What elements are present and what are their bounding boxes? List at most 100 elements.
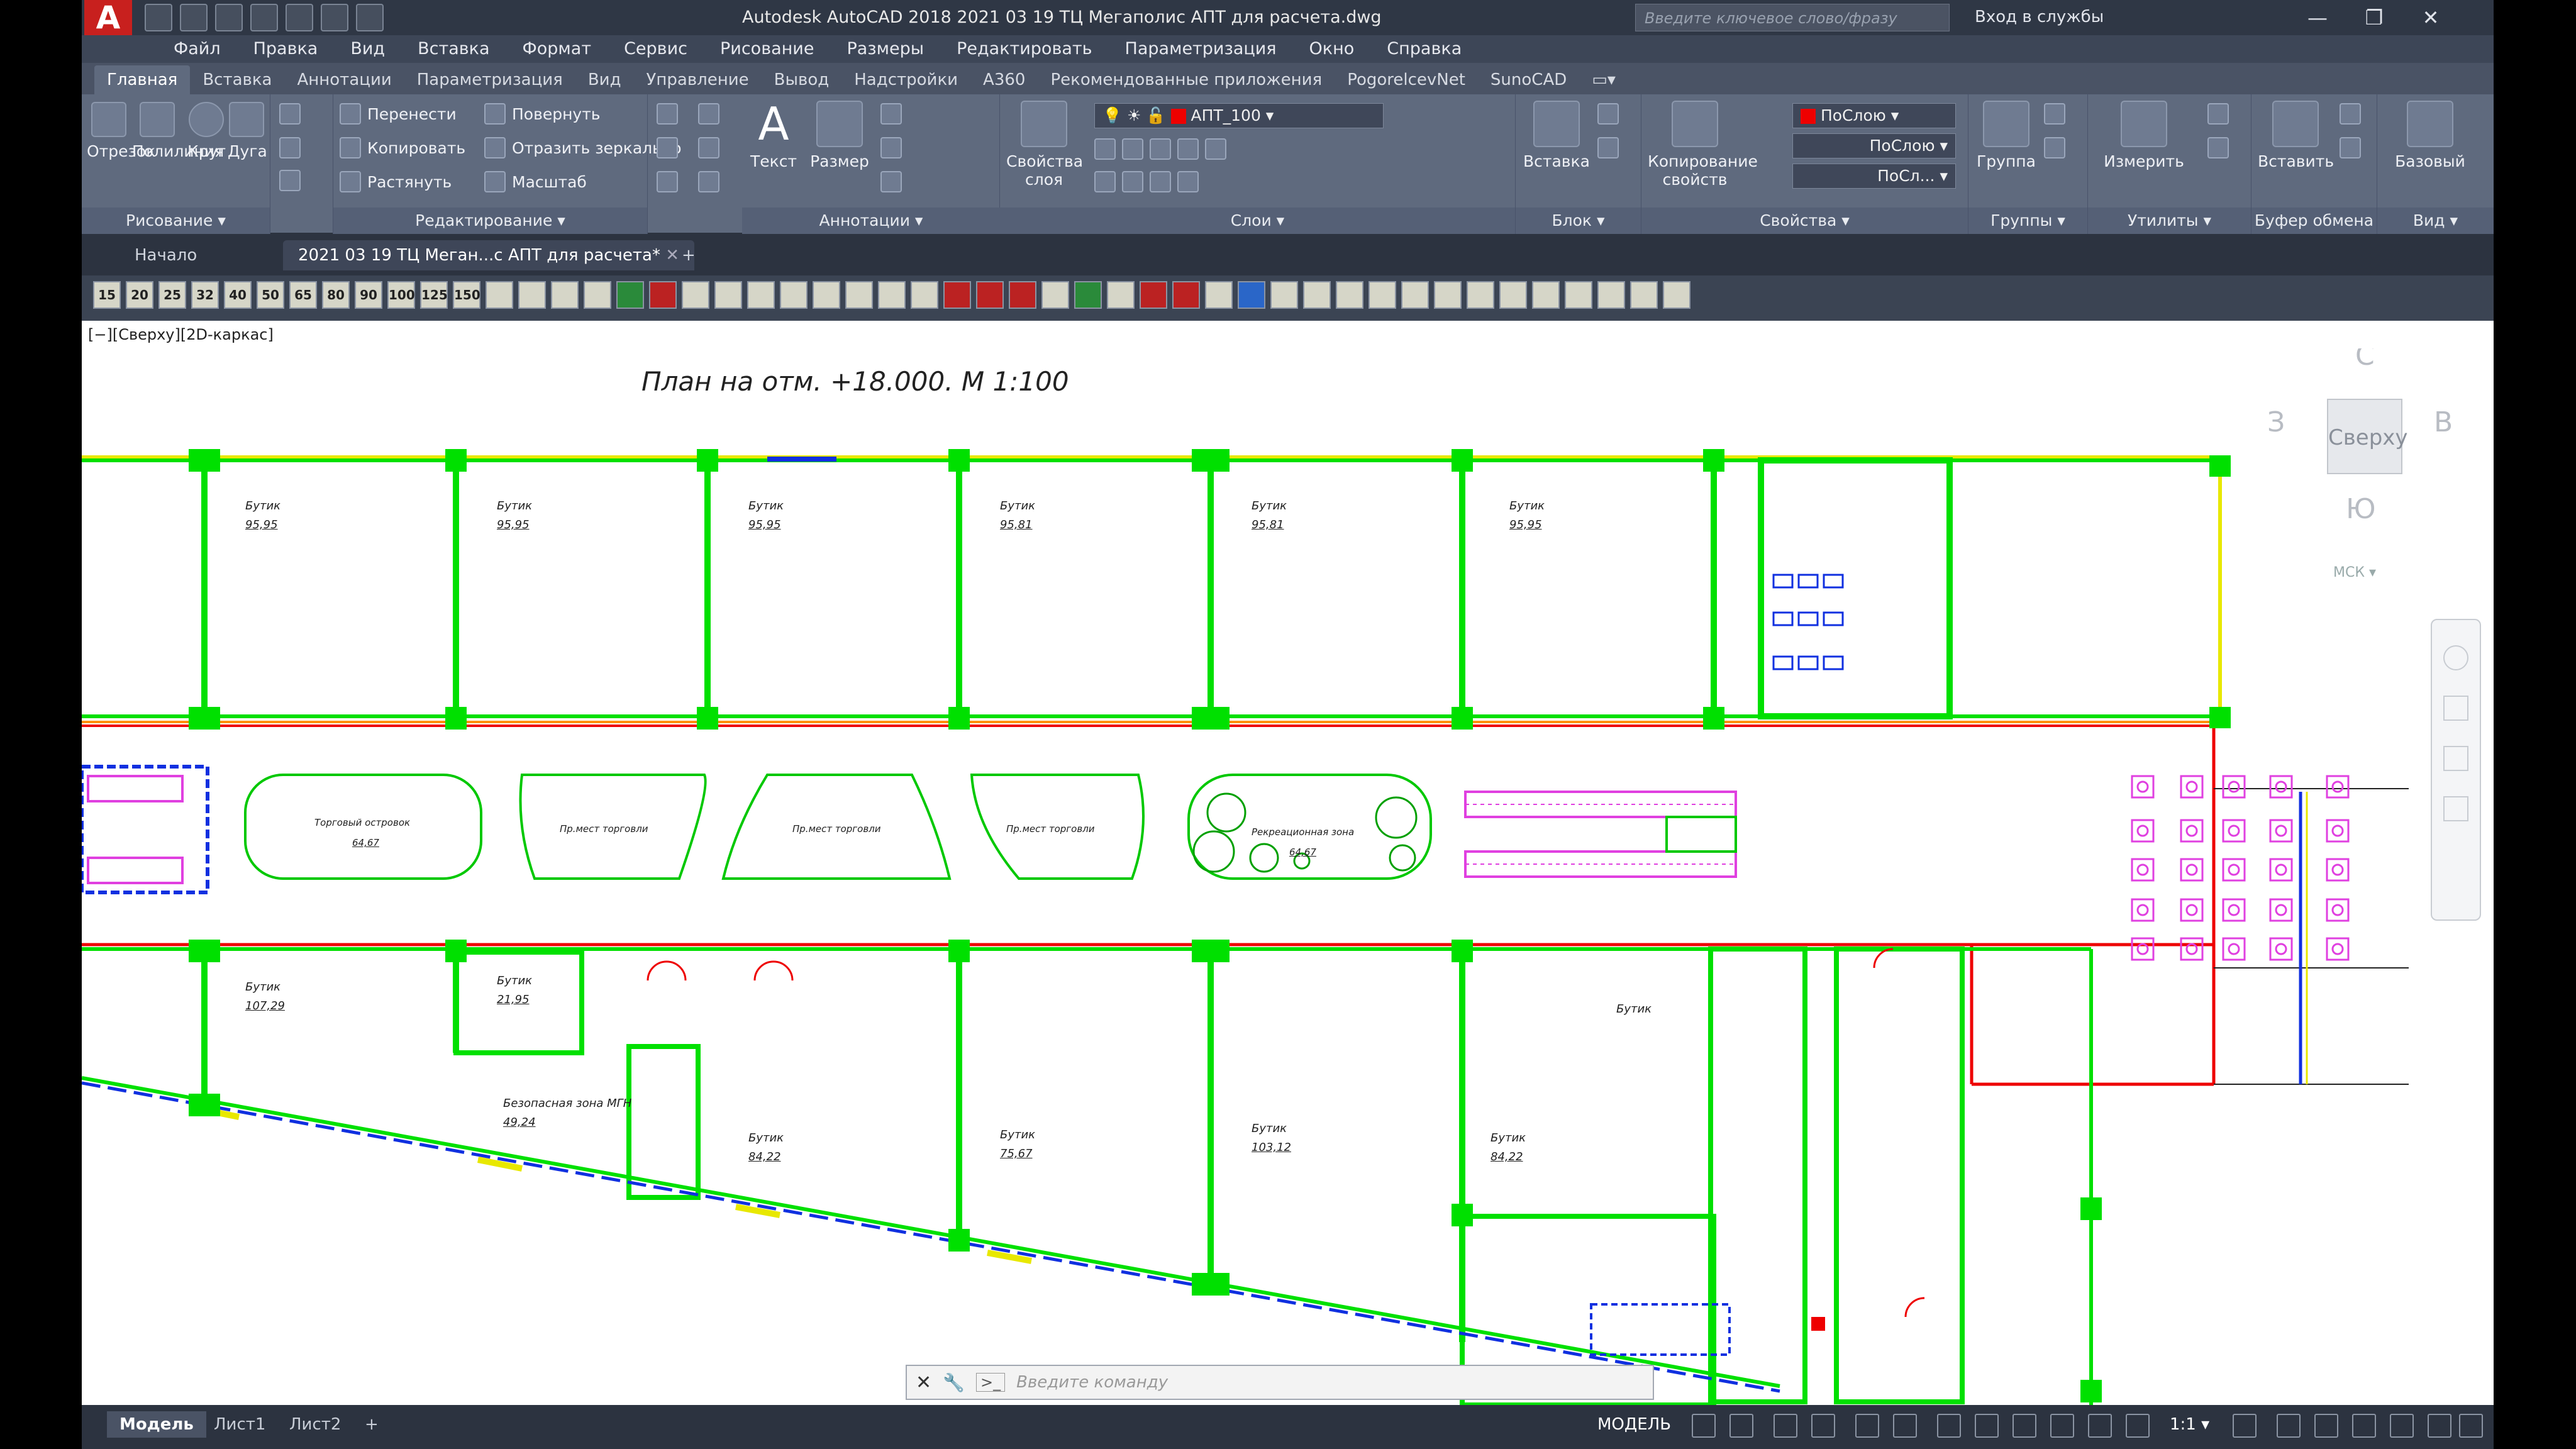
annotation-monitor-icon[interactable] (2277, 1414, 2301, 1438)
text-icon[interactable] (1532, 281, 1560, 309)
block-panel-title[interactable]: Блок ▾ (1516, 208, 1641, 234)
ribbon-tab[interactable]: A360 (970, 65, 1038, 94)
menu-item[interactable]: Сервис (608, 35, 704, 63)
info-icon[interactable] (1238, 281, 1265, 309)
clean-screen-icon[interactable] (2428, 1414, 2451, 1438)
insert-block-tool[interactable]: Вставка (1522, 101, 1591, 170)
viewcube-east[interactable]: В (2434, 406, 2453, 438)
scale-button[interactable]: 15 (93, 281, 121, 309)
modify-panel-title[interactable]: Редактирование ▾ (333, 208, 647, 234)
osnap-tracking-icon[interactable] (1893, 1414, 1917, 1438)
copy-clip-tool[interactable] (2340, 137, 2361, 158)
plot-icon[interactable] (286, 4, 313, 31)
scale-button[interactable]: 65 (289, 281, 317, 309)
new-file-icon[interactable] (145, 4, 172, 31)
pan-icon[interactable] (2443, 696, 2468, 721)
stretch-tool[interactable]: Растянуть (340, 171, 452, 192)
circle-icon[interactable] (1303, 281, 1331, 309)
orbit-icon[interactable] (2443, 796, 2468, 821)
hatch-tool[interactable] (279, 137, 301, 158)
menu-item[interactable]: Файл (157, 35, 237, 63)
table-icon[interactable] (1434, 281, 1462, 309)
ribbon-tab[interactable]: Аннотации (284, 65, 404, 94)
image-icon[interactable] (1597, 281, 1625, 309)
trim-tool[interactable] (657, 103, 678, 125)
grid-icon[interactable] (1692, 1414, 1716, 1438)
polar-icon[interactable] (1811, 1414, 1835, 1438)
text-icon[interactable] (1565, 281, 1592, 309)
viewcube-west[interactable]: З (2267, 406, 2285, 438)
page-icon[interactable] (518, 281, 546, 309)
menu-item[interactable]: Вставка (401, 35, 506, 63)
ribbon-tab[interactable]: Вид (575, 65, 634, 94)
viewcube-south[interactable]: Ю (2346, 493, 2376, 525)
note-icon[interactable] (1630, 281, 1658, 309)
export-icon[interactable] (1074, 281, 1102, 309)
customize-command-icon[interactable]: 🔧 (943, 1372, 965, 1393)
tab-model[interactable]: Модель (107, 1411, 206, 1438)
ribbon-tab[interactable]: Вставка (190, 65, 284, 94)
group-tool[interactable]: Группа (1975, 101, 2038, 170)
ribbon-tab[interactable]: Главная (94, 65, 191, 94)
cut-tool[interactable] (2340, 103, 2361, 125)
delete-icon[interactable] (1140, 281, 1167, 309)
page-icon[interactable] (584, 281, 611, 309)
layer-tools-row1[interactable] (1094, 138, 1226, 160)
draw-panel-title[interactable]: Рисование ▾ (82, 208, 270, 234)
clock-icon[interactable] (1401, 281, 1429, 309)
properties-panel-title[interactable]: Свойства ▾ (1641, 208, 1968, 234)
edit-block-tool[interactable] (1597, 137, 1619, 158)
layers-panel-title[interactable]: Слои ▾ (1000, 208, 1515, 234)
viewport-controls[interactable]: [−][Сверху][2D-каркас] (82, 321, 2494, 348)
units-icon[interactable] (2314, 1414, 2338, 1438)
ortho-icon[interactable] (1774, 1414, 1797, 1438)
drawing-area[interactable]: План на отм. +18.000. М 1:100 Бутик 95,9… (82, 348, 2494, 1405)
explode-tool[interactable] (698, 103, 719, 125)
ellipse-tool[interactable] (279, 170, 301, 191)
scale-tool[interactable]: Масштаб (484, 171, 587, 192)
rectangle-tool[interactable] (279, 103, 301, 125)
graphics-performance-icon[interactable] (2390, 1414, 2414, 1438)
layer-tools-row2[interactable] (1094, 171, 1199, 192)
transparency-icon[interactable] (2012, 1414, 2036, 1438)
figure-icon[interactable] (1041, 281, 1069, 309)
auto-scale-icon[interactable] (2126, 1414, 2150, 1438)
ungroup-tool[interactable] (2044, 103, 2065, 125)
block-icon[interactable] (911, 281, 938, 309)
menu-item[interactable]: Редактировать (940, 35, 1108, 63)
close-command-icon[interactable]: ✕ (916, 1372, 931, 1394)
tab-start[interactable]: Начало (119, 240, 212, 270)
base-view-tool[interactable]: Базовый (2386, 101, 2474, 170)
ribbon-tab[interactable]: Надстройки (841, 65, 970, 94)
lineweight-icon[interactable] (1975, 1414, 1999, 1438)
minimize-button[interactable]: — (2289, 4, 2346, 31)
scale-button[interactable]: 50 (257, 281, 284, 309)
offset-tool[interactable] (698, 171, 719, 192)
command-input[interactable]: Введите команду (1016, 1373, 1168, 1392)
polyline-tool[interactable]: Полилиния (132, 102, 224, 160)
dimension-tool[interactable]: Размер (805, 101, 874, 170)
grid-icon[interactable] (1107, 281, 1135, 309)
fillet-tool[interactable] (657, 137, 678, 158)
viewcube-north[interactable]: С (2355, 348, 2375, 372)
group-edit-tool[interactable] (2044, 137, 2065, 158)
menu-item[interactable]: Справка (1370, 35, 1478, 63)
scale-button[interactable]: 125 (420, 281, 448, 309)
menu-item[interactable]: Рисование (704, 35, 830, 63)
measure-tool[interactable]: Измерить (2097, 101, 2191, 170)
annotation-panel-title[interactable]: Аннотации ▾ (742, 208, 1000, 234)
annotation-scale-dropdown[interactable]: 1:1 ▾ (2170, 1415, 2209, 1434)
tab-layout1[interactable]: Лист1 (201, 1411, 278, 1438)
scale-button[interactable]: 20 (126, 281, 153, 309)
view-panel-title[interactable]: Вид ▾ (2377, 208, 2494, 234)
ribbon-tab[interactable]: SunoCAD (1478, 65, 1579, 94)
text-tool[interactable]: A Текст (742, 101, 805, 170)
erase-tool[interactable] (698, 137, 719, 158)
ribbon-toggle-icon[interactable]: ▭▾ (1579, 65, 1628, 94)
help-icon[interactable] (1663, 281, 1690, 309)
stop-icon[interactable] (943, 281, 971, 309)
close-button[interactable]: ✕ (2402, 4, 2459, 31)
annotate-tool[interactable] (880, 137, 902, 158)
application-menu-button[interactable]: A (84, 0, 132, 35)
selection-cycling-icon[interactable] (2050, 1414, 2074, 1438)
